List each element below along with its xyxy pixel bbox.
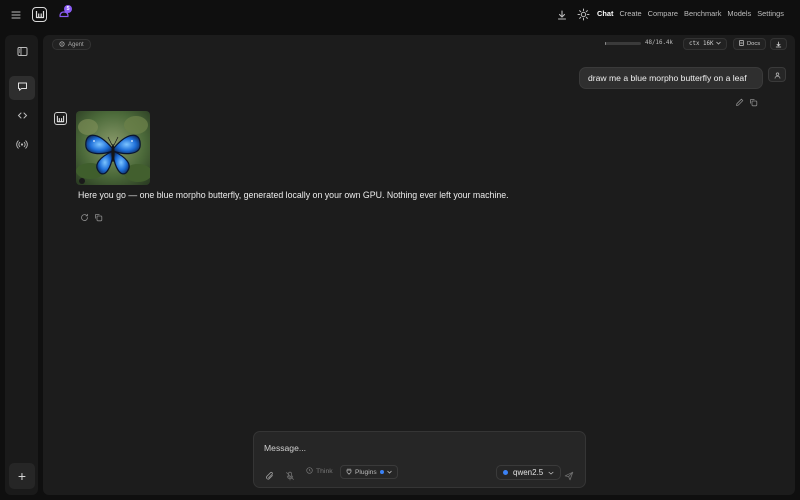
clock-icon — [306, 467, 313, 476]
menu-icon[interactable] — [10, 9, 22, 21]
sidebar-item-code[interactable] — [9, 105, 35, 129]
document-icon — [739, 40, 744, 48]
plugins-dropdown[interactable]: Plugins — [340, 465, 398, 479]
sidebar-item-chat[interactable] — [9, 76, 35, 100]
user-icon — [774, 66, 781, 84]
app-logo[interactable] — [32, 7, 47, 22]
chat-panel: Agent 48/16.4k ctx 16K Docs draw me a bl… — [43, 35, 795, 495]
nav-create[interactable]: Create — [619, 9, 641, 18]
context-size-label: ctx 16K — [689, 41, 714, 47]
copy-assistant-message-icon[interactable] — [94, 209, 103, 222]
user-message-text: draw me a blue morpho butterfly on a lea… — [588, 73, 747, 83]
nav-chat[interactable]: Chat — [597, 9, 613, 18]
model-status-dot — [503, 470, 508, 475]
think-toggle[interactable]: Think — [306, 467, 333, 476]
download-icon[interactable] — [556, 9, 568, 21]
microphone-off-icon[interactable] — [285, 468, 295, 481]
generated-butterfly-image[interactable] — [76, 111, 150, 185]
top-bar: 5 Chat Create Compare Benchmark Models S… — [0, 0, 800, 30]
nav-compare[interactable]: Compare — [648, 9, 678, 18]
sidebar-item-broadcast[interactable] — [9, 134, 35, 158]
docs-label: Docs — [747, 41, 761, 47]
nav-models[interactable]: Models — [727, 9, 751, 18]
model-select[interactable]: qwen2.5 — [496, 465, 562, 480]
sidebar: + — [5, 35, 38, 495]
export-button[interactable] — [770, 38, 787, 50]
download-icon — [775, 35, 782, 53]
panel-icon — [17, 44, 28, 62]
context-usage-count: 48/16.4k — [645, 40, 673, 46]
plug-icon — [346, 468, 352, 477]
broadcast-icon — [16, 137, 28, 155]
send-icon[interactable] — [564, 468, 574, 481]
chevron-down-icon — [386, 469, 392, 476]
nav-benchmark[interactable]: Benchmark — [684, 9, 721, 18]
agent-icon — [59, 40, 65, 49]
user-avatar — [768, 67, 786, 82]
assistant-message-text: Here you go — one blue morpho butterfly,… — [78, 190, 509, 200]
message-input[interactable] — [264, 441, 564, 455]
model-label: qwen2.5 — [513, 468, 544, 477]
chevron-down-icon — [716, 41, 722, 47]
user-message: draw me a blue morpho butterfly on a lea… — [579, 67, 763, 89]
sidebar-item-panel[interactable] — [9, 41, 35, 65]
chevron-down-icon — [548, 468, 554, 477]
copy-user-message-icon[interactable] — [749, 94, 758, 107]
notification-badge: 5 — [64, 5, 72, 13]
main-nav: Chat Create Compare Benchmark Models Set… — [597, 9, 790, 18]
code-icon — [17, 108, 28, 126]
message-composer: Think Plugins qwen2.5 — [253, 431, 586, 488]
context-size-select[interactable]: ctx 16K — [683, 38, 728, 50]
agent-mode-label: Agent — [68, 41, 84, 48]
chat-bubble-icon — [17, 79, 28, 97]
agent-mode-pill[interactable]: Agent — [52, 39, 91, 50]
context-usage-fill — [605, 42, 606, 45]
nav-settings[interactable]: Settings — [757, 9, 784, 18]
docs-button[interactable]: Docs — [733, 38, 767, 50]
think-label: Think — [316, 468, 333, 475]
plugins-active-dot — [379, 470, 384, 474]
regenerate-icon[interactable] — [80, 209, 89, 221]
attach-icon[interactable] — [265, 468, 275, 480]
edit-message-icon[interactable] — [735, 94, 744, 106]
assistant-avatar — [54, 112, 67, 125]
context-usage-bar — [605, 42, 641, 45]
new-chat-button[interactable]: + — [9, 463, 35, 489]
plugins-label: Plugins — [355, 468, 377, 476]
theme-toggle-sun-icon[interactable] — [577, 8, 590, 21]
